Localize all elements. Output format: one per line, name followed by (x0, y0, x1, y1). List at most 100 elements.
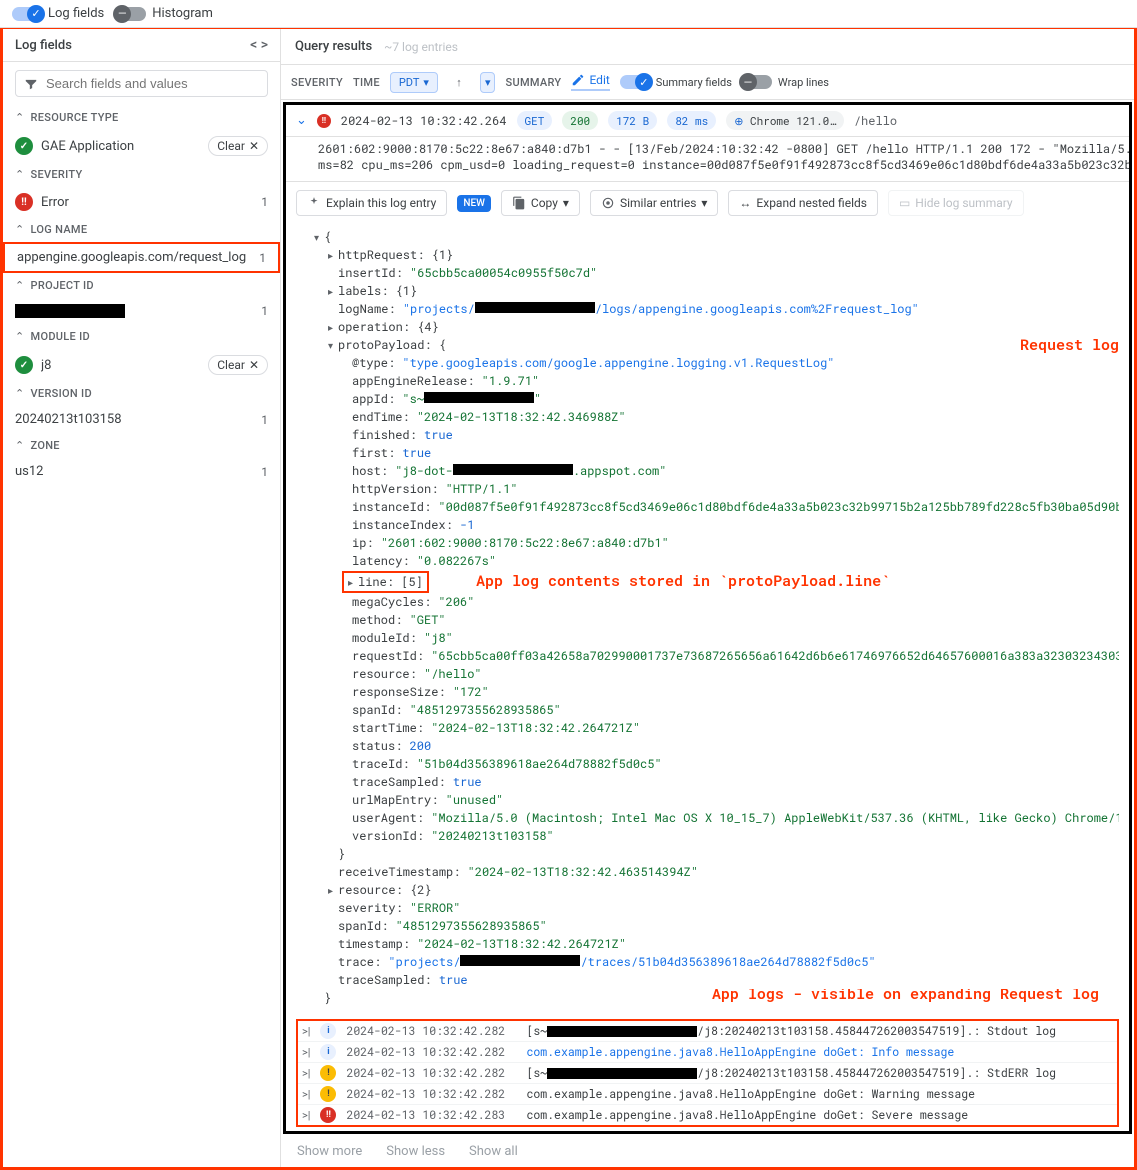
field-zone[interactable]: us12 1 (3, 458, 280, 485)
caret-icon[interactable]: ▸ (328, 284, 338, 299)
search-box[interactable] (15, 70, 268, 97)
chevron-right-icon[interactable]: >| (302, 1046, 310, 1059)
severity-label: SEVERITY (291, 76, 343, 89)
results-panel: Query results ~7 log entries SEVERITY TI… (281, 29, 1134, 1167)
caret-icon[interactable]: ▸ (328, 248, 338, 263)
show-all-button[interactable]: Show all (469, 1144, 518, 1159)
annotation-app-logs: App logs - visible on expanding Request … (712, 989, 1099, 1006)
caret-icon[interactable]: ▸ (328, 883, 338, 898)
error-icon: !! (317, 114, 331, 128)
wrap-lines-toggle[interactable]: — Wrap lines (742, 75, 829, 89)
count: 1 (253, 465, 268, 479)
severity-icon: ! (320, 1065, 336, 1081)
field-project-id[interactable]: 1 (3, 298, 280, 324)
log-entry-row[interactable]: ⌄ !! 2024-02-13 10:32:42.264 GET 200 172… (286, 105, 1129, 137)
section-resource-type[interactable]: ⌃RESOURCE TYPE (3, 105, 280, 130)
check-icon: ✓ (15, 137, 33, 155)
sub-timestamp: 2024-02-13 10:32:42.282 (346, 1087, 516, 1102)
log-fields-toggle[interactable]: ✓ Log fields (12, 6, 104, 21)
copy-icon (512, 196, 526, 210)
redacted-text (15, 304, 125, 318)
sub-timestamp: 2024-02-13 10:32:42.282 (346, 1066, 516, 1081)
error-icon: !! (15, 193, 33, 211)
sub-log-row[interactable]: >|! 2024-02-13 10:32:42.282 com.example.ap… (298, 1083, 1117, 1104)
new-badge: NEW (457, 195, 491, 212)
field-version[interactable]: 20240213t103158 1 (3, 406, 280, 433)
chevron-down-icon[interactable]: ⌄ (296, 113, 307, 128)
sub-message: com.example.appengine.java8.HelloAppEngi… (526, 1108, 968, 1123)
section-log-name[interactable]: ⌃LOG NAME (3, 217, 280, 242)
count: 1 (253, 304, 268, 318)
count: 1 (253, 195, 268, 209)
time-label: TIME (353, 76, 380, 89)
raw-log-line: 2601:602:9000:8170:5c22:8e67:a840:d7b1 -… (286, 137, 1129, 182)
sub-log-row[interactable]: >|! 2024-02-13 10:32:42.282 [s~/j8:2024021… (298, 1062, 1117, 1083)
latency-chip: 82 ms (667, 111, 716, 130)
histogram-toggle-label: Histogram (152, 6, 213, 21)
app-logs-box: >|i2024-02-13 10:32:42.282[s~/j8:2024021… (296, 1019, 1119, 1127)
similar-entries-button[interactable]: Similar entries ▾ (590, 190, 718, 216)
histogram-toggle[interactable]: — Histogram (116, 6, 213, 21)
severity-icon: ! (320, 1086, 336, 1102)
expand-nested-button[interactable]: ↔ Expand nested fields (728, 190, 878, 216)
results-count: ~7 log entries (384, 40, 458, 54)
caret-icon[interactable]: ▸ (328, 320, 338, 335)
target-icon (601, 196, 615, 210)
main-layout: Log fields < > ⌃RESOURCE TYPE ✓GAE Appli… (0, 28, 1137, 1170)
panel-header: Log fields < > (3, 29, 280, 62)
chevron-right-icon[interactable]: >| (302, 1088, 310, 1101)
field-error[interactable]: !!Error 1 (3, 187, 280, 217)
annotation-line: App log contents stored in `protoPayload… (476, 571, 890, 591)
sub-message: com.example.appengine.java8.HelloAppEngi… (526, 1087, 975, 1102)
line-field-highlight[interactable]: ▸line: [5] (342, 571, 429, 593)
entry-timestamp: 2024-02-13 10:32:42.264 (341, 113, 507, 129)
sub-timestamp: 2024-02-13 10:32:42.283 (346, 1108, 516, 1123)
timezone-select[interactable]: PDT ▾ (390, 72, 438, 93)
sub-message: [s~/j8:20240213t103158.45844726200354751… (526, 1066, 1056, 1081)
method-chip: GET (517, 111, 553, 130)
show-more-button[interactable]: Show more (297, 1144, 362, 1159)
search-input[interactable] (46, 76, 259, 91)
chevron-right-icon[interactable]: >| (302, 1067, 310, 1080)
field-log-name-value[interactable]: appengine.googleapis.com/request_log 1 (3, 242, 280, 273)
copy-button[interactable]: Copy ▾ (501, 190, 580, 216)
section-zone[interactable]: ⌃ZONE (3, 433, 280, 458)
section-severity[interactable]: ⌃SEVERITY (3, 162, 280, 187)
results-header: Query results ~7 log entries (281, 29, 1134, 65)
json-body: Request log ▾{ ▸httpRequest: {1} insertI… (286, 224, 1129, 1017)
sub-log-row[interactable]: >|i2024-02-13 10:32:42.282com.example.ap… (298, 1041, 1117, 1062)
section-project-id[interactable]: ⌃PROJECT ID (3, 273, 280, 298)
footer-links: Show more Show less Show all (281, 1136, 1134, 1167)
sub-timestamp: 2024-02-13 10:32:42.282 (346, 1024, 516, 1039)
show-less-button[interactable]: Show less (386, 1144, 445, 1159)
caret-icon[interactable]: ▾ (314, 230, 324, 245)
pencil-icon (571, 73, 585, 87)
section-version-id[interactable]: ⌃VERSION ID (3, 381, 280, 406)
chevron-right-icon[interactable]: >| (302, 1109, 310, 1122)
path-text: /hello (854, 113, 897, 129)
clear-button[interactable]: Clear ✕ (208, 136, 268, 156)
summary-fields-toggle[interactable]: ✓ Summary fields (620, 75, 732, 89)
explain-button[interactable]: Explain this log entry (296, 190, 447, 216)
code-icon[interactable]: < > (250, 37, 268, 53)
dropdown-button[interactable]: ▾ (480, 72, 496, 93)
caret-icon[interactable]: ▾ (328, 338, 338, 353)
results-title: Query results (295, 39, 372, 54)
field-j8[interactable]: ✓j8 Clear ✕ (3, 349, 280, 381)
panel-title: Log fields (15, 38, 72, 53)
clear-button[interactable]: Clear ✕ (208, 355, 268, 375)
sort-asc-button[interactable]: ↑ (448, 71, 470, 93)
agent-chip: ⊕ Chrome 121.0… (726, 111, 844, 130)
sub-log-row[interactable]: >|i2024-02-13 10:32:42.282[s~/j8:2024021… (298, 1021, 1117, 1041)
sub-log-row[interactable]: >|!! 2024-02-13 10:32:42.283 com.example.a… (298, 1104, 1117, 1125)
sub-message: [s~/j8:20240213t103158.45844726200354751… (526, 1024, 1056, 1039)
hide-summary-button: ▭ Hide log summary (888, 190, 1024, 216)
section-module-id[interactable]: ⌃MODULE ID (3, 324, 280, 349)
severity-icon: !! (320, 1107, 336, 1123)
edit-button[interactable]: Edit (571, 73, 609, 91)
status-chip: 200 (562, 111, 598, 130)
sub-timestamp: 2024-02-13 10:32:42.282 (346, 1045, 516, 1060)
count: 1 (253, 413, 268, 427)
field-gae-application[interactable]: ✓GAE Application Clear ✕ (3, 130, 280, 162)
chevron-right-icon[interactable]: >| (302, 1025, 310, 1038)
